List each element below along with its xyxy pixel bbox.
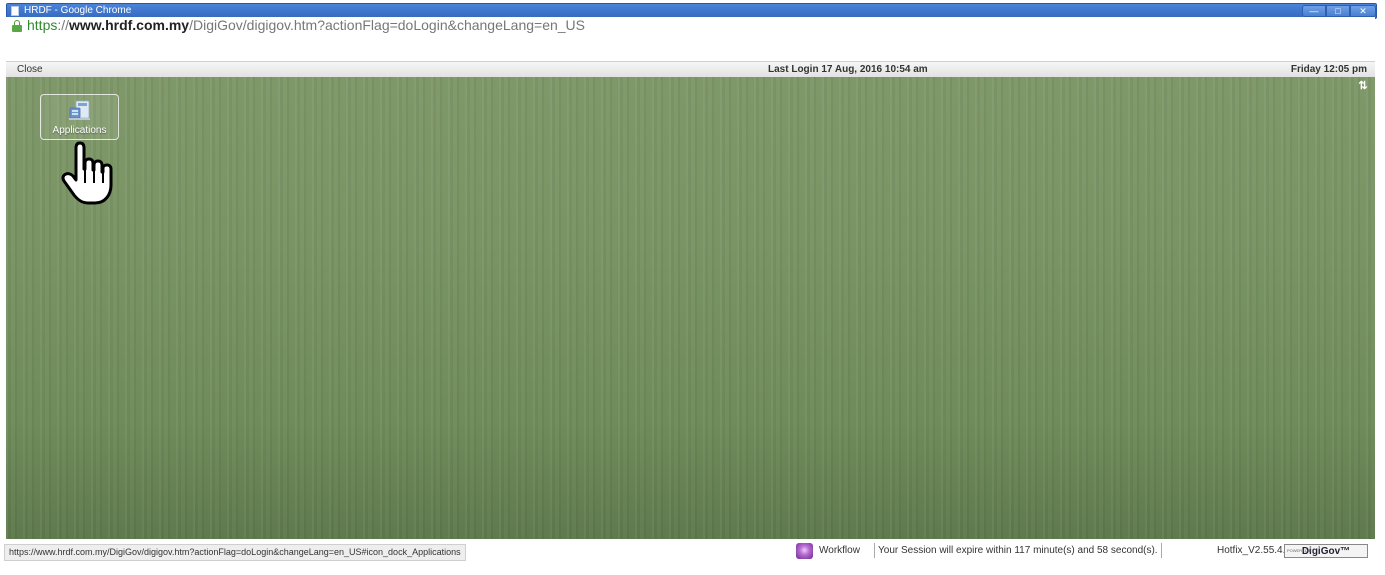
close-link[interactable]: Close [17,62,43,77]
address-bar[interactable]: https://www.hrdf.com.my/DigiGov/digigov.… [6,17,1375,34]
applications-label: Applications [52,125,107,136]
workflow-icon[interactable] [796,543,813,559]
url-text[interactable]: https://www.hrdf.com.my/DigiGov/digigov.… [27,17,585,34]
page-icon [11,6,19,16]
lock-icon [12,20,22,32]
url-host: www.hrdf.com.my [69,17,190,33]
clock-text: Friday 12:05 pm [1290,64,1367,75]
session-expiry-text: Your Session will expire within 117 minu… [874,543,1162,558]
applications-dock-icon[interactable]: Applications [40,94,119,140]
close-window-button[interactable]: ✕ [1350,5,1376,17]
maximize-button[interactable]: □ [1326,5,1350,17]
desktop-area: ⇅ Applications [6,77,1375,539]
url-separator: :// [57,17,70,33]
app-header: Close Last Login 17 Aug, 2016 10:54 am F… [6,61,1375,78]
status-bar: https://www.hrdf.com.my/DigiGov/digigov.… [0,540,1385,562]
powered-by-text: POWERED BY [1287,548,1315,553]
digigov-logo: POWERED BY DigiGov™ [1284,544,1368,558]
hand-cursor-icon [61,141,113,205]
window-title: HRDF - Google Chrome [24,5,132,16]
status-hover-url: https://www.hrdf.com.my/DigiGov/digigov.… [4,544,466,561]
url-path: /DigiGov/digigov.htm?actionFlag=doLogin&… [189,17,585,33]
hotfix-version: Hotfix_V2.55.4.1 [1217,545,1291,556]
url-scheme: https [27,17,58,33]
minimize-button[interactable]: — [1302,5,1326,17]
last-login-text: Last Login 17 Aug, 2016 10:54 am [768,64,928,75]
toggle-arrows-icon[interactable]: ⇅ [1357,80,1369,92]
applications-icon [69,100,90,120]
workflow-link[interactable]: Workflow [819,540,860,562]
